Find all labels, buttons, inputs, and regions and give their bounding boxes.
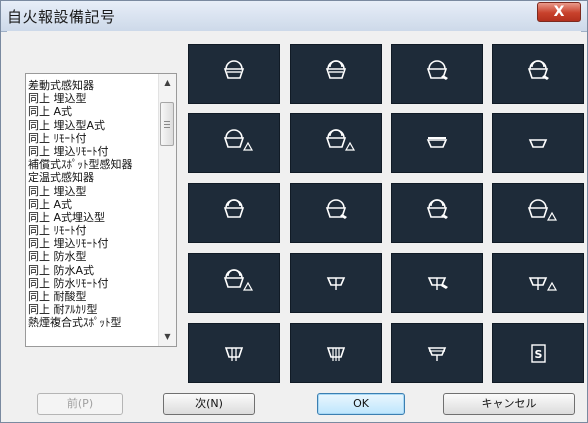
symbol-tile-diff-remote[interactable] [188,113,280,173]
close-icon: X [553,4,565,20]
fixed-acid-proof-icon [224,347,244,361]
list-item[interactable]: 同上 防水型 [28,250,156,263]
list-item[interactable]: 同上 埋込ﾘﾓｰﾄ付 [28,145,156,158]
list-item[interactable]: 同上 埋込型 [28,92,156,105]
symbol-tile-fixed-alkali-proof[interactable] [290,323,382,383]
symbol-tile-fixed-acid-proof[interactable] [188,323,280,383]
svg-text:S: S [535,348,543,361]
heat-smoke-combined-icon [427,347,447,361]
list-item[interactable]: 定温式感知器 [28,171,156,184]
ok-button[interactable]: OK [317,393,405,415]
cancel-button[interactable]: キャンセル [443,393,575,415]
fixed-embedded-remote-icon [223,269,254,291]
fixed-temp-icon [528,139,548,148]
diff-spot-icon [223,60,245,79]
symbol-tile-heat-smoke-combined[interactable] [391,323,483,383]
symbol-tile-fixed-temp[interactable] [492,113,584,173]
list-item[interactable]: 同上 A式埋込型 [28,211,156,224]
fixed-a-type-icon [325,199,347,219]
list-item[interactable]: 差動式感知器 [28,79,156,92]
symbol-tile-diff-embedded[interactable] [290,44,382,104]
fixed-alkali-proof-icon [326,347,346,361]
list-item[interactable]: 同上 ﾘﾓｰﾄ付 [28,132,156,145]
diff-remote-icon [223,129,254,151]
list-item[interactable]: 熱煙複合式ｽﾎﾟｯﾄ型 [28,316,156,329]
symbol-tile-diff-embedded-remote[interactable] [290,113,382,173]
symbol-tile-fixed-embedded-remote[interactable] [188,253,280,313]
symbol-tile-diff-embedded-a[interactable] [492,44,584,104]
fixed-waterproof-a-icon [427,277,448,290]
symbol-tile-fixed-waterproof-remote[interactable] [492,253,584,313]
compensated-spot-icon [426,137,448,148]
window-title: 自火報設備記号 [7,8,116,26]
list-item[interactable]: 同上 ﾘﾓｰﾄ付 [28,224,156,237]
list-item[interactable]: 同上 耐酸型 [28,290,156,303]
scroll-up-arrow-icon[interactable]: ▲ [159,74,176,91]
symbol-tile-diff-a-type[interactable] [391,44,483,104]
symbol-tile-fixed-embedded[interactable] [188,183,280,243]
scroll-thumb[interactable] [160,102,174,146]
symbol-tile-fixed-waterproof-a[interactable] [391,253,483,313]
symbol-tile-smoke-symbol-s[interactable]: S [492,323,584,383]
diff-embedded-remote-icon [325,129,356,151]
list-item[interactable]: 同上 埋込ﾘﾓｰﾄ付 [28,237,156,250]
symbol-tile-fixed-a-type[interactable] [290,183,382,243]
symbol-tile-fixed-remote[interactable] [492,183,584,243]
fixed-waterproof-icon [326,277,346,290]
fixed-waterproof-remote-icon [528,277,558,291]
symbol-listbox[interactable]: 差動式感知器 同上 埋込型 同上 A式 同上 埋込型A式 同上 ﾘﾓｰﾄ付 同上 埋込ﾘﾓ… [25,73,177,347]
fixed-a-embedded-icon [426,199,448,219]
title-bar[interactable]: 自火報設備記号 X [1,1,587,32]
symbol-tile-fixed-waterproof[interactable] [290,253,382,313]
symbol-tile-fixed-a-embedded[interactable] [391,183,483,243]
list-item[interactable]: 同上 耐ｱﾙｶﾘ型 [28,303,156,316]
list-item[interactable]: 同上 埋込型 [28,185,156,198]
list-item[interactable]: 同上 A式 [28,105,156,118]
list-item[interactable]: 同上 防水ﾘﾓｰﾄ付 [28,277,156,290]
dialog-window: 自火報設備記号 X 差動式感知器 同上 埋込型 同上 A式 同上 埋込型A式 同上 ﾘﾓ… [0,0,588,423]
prev-button[interactable]: 前(P) [37,393,123,415]
diff-embedded-icon [325,60,347,79]
list-item[interactable]: 同上 防水A式 [28,264,156,277]
list-item[interactable]: 補償式ｽﾎﾟｯﾄ型感知器 [28,158,156,171]
diff-a-type-icon [426,60,448,80]
fixed-remote-icon [527,199,558,221]
vertical-scrollbar[interactable]: ▲ ▼ [158,74,176,346]
fixed-embedded-icon [223,199,245,218]
diff-embedded-a-icon [527,60,549,80]
list-item[interactable]: 同上 埋込型A式 [28,119,156,132]
next-button[interactable]: 次(N) [163,393,255,415]
symbol-tile-diff-spot[interactable] [188,44,280,104]
list-item[interactable]: 同上 A式 [28,198,156,211]
smoke-symbol-s-icon: S [531,344,546,363]
close-button[interactable]: X [537,2,581,22]
symbol-tile-compensated-spot[interactable] [391,113,483,173]
scroll-down-arrow-icon[interactable]: ▼ [159,328,176,345]
